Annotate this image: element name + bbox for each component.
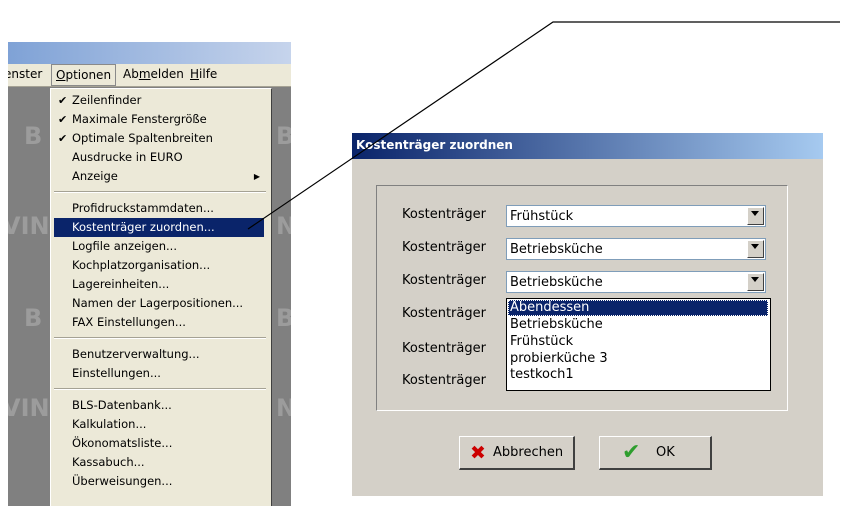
kostentraeger-label: Kostenträger bbox=[402, 306, 486, 321]
menu-bar: enster Optionen Abmelden Hilfe bbox=[8, 64, 291, 87]
check-icon: ✔ bbox=[58, 94, 68, 107]
menu-item-kochplatzorganisation[interactable]: Kochplatzorganisation... bbox=[54, 256, 264, 275]
cancel-button[interactable]: ✖ Abbrechen bbox=[459, 436, 575, 470]
kostentraeger-dialog: Kostenträger zuordnen Kostenträger Frühs… bbox=[352, 133, 823, 496]
menu-fenster[interactable]: enster bbox=[8, 67, 42, 81]
options-dropdown-menu: ✔ Zeilenfinder ✔ Maximale Fenstergröße ✔… bbox=[50, 88, 272, 506]
menu-item-label: Kassabuch... bbox=[72, 455, 145, 469]
dropdown-option[interactable]: Frühstück bbox=[508, 334, 768, 350]
dropdown-option[interactable]: probierküche 3 bbox=[508, 351, 768, 367]
menu-abmelden[interactable]: Abmelden bbox=[123, 67, 184, 81]
background-watermark: B bbox=[24, 304, 43, 332]
kostentraeger-label: Kostenträger bbox=[402, 240, 486, 255]
menu-hilfe-rest: ilfe bbox=[199, 67, 218, 81]
dialog-title-bar: Kostenträger zuordnen bbox=[352, 133, 823, 159]
menu-item-oekonomatsliste[interactable]: Ökonomatsliste... bbox=[54, 434, 264, 453]
menu-separator bbox=[54, 337, 266, 339]
menu-hilfe[interactable]: Hilfe bbox=[190, 67, 217, 81]
menu-item-label: Zeilenfinder bbox=[72, 93, 142, 107]
background-watermark: B bbox=[24, 122, 43, 150]
check-icon: ✔ bbox=[58, 113, 68, 126]
menu-item-kalkulation[interactable]: Kalkulation... bbox=[54, 415, 264, 434]
menu-item-label: Logfile anzeigen... bbox=[72, 239, 177, 253]
menu-separator bbox=[54, 191, 266, 193]
menu-abmelden-pre: Ab bbox=[123, 67, 139, 81]
menu-item-label: Lagereinheiten... bbox=[72, 277, 170, 291]
application-window: B B VIN N B B VIN N enster Optionen Abme… bbox=[8, 42, 291, 506]
dropdown-option[interactable]: Abendessen bbox=[508, 300, 768, 316]
menu-item-label: FAX Einstellungen... bbox=[72, 315, 186, 329]
menu-item-ueberweisungen[interactable]: Überweisungen... bbox=[54, 472, 264, 491]
menu-item-ausdrucke-euro[interactable]: Ausdrucke in EURO bbox=[54, 148, 264, 167]
menu-item-zeilenfinder[interactable]: ✔ Zeilenfinder bbox=[54, 91, 264, 110]
menu-item-label: Kostenträger zuordnen... bbox=[72, 220, 215, 234]
menu-item-profidruckstammdaten[interactable]: Profidruckstammdaten... bbox=[54, 199, 264, 218]
menu-item-kassabuch[interactable]: Kassabuch... bbox=[54, 453, 264, 472]
kostentraeger-select-2[interactable]: Betriebsküche bbox=[506, 238, 766, 260]
menu-item-einstellungen[interactable]: Einstellungen... bbox=[54, 364, 264, 383]
kostentraeger-label: Kostenträger bbox=[402, 373, 486, 388]
menu-item-label: BLS-Datenbank... bbox=[72, 398, 172, 412]
dialog-title: Kostenträger zuordnen bbox=[356, 138, 513, 152]
background-watermark: VIN bbox=[8, 394, 50, 422]
dropdown-option[interactable]: testkoch1 bbox=[508, 367, 768, 383]
background-watermark: VIN bbox=[8, 212, 50, 240]
menu-item-maximale-fenstergroesse[interactable]: ✔ Maximale Fenstergröße bbox=[54, 110, 264, 129]
dropdown-arrow-icon[interactable] bbox=[747, 207, 764, 225]
ok-label: OK bbox=[656, 445, 675, 460]
menu-item-logfile-anzeigen[interactable]: Logfile anzeigen... bbox=[54, 237, 264, 256]
submenu-arrow-icon: ▶ bbox=[253, 172, 260, 181]
ok-button[interactable]: ✔ OK bbox=[599, 436, 712, 470]
menu-item-label: Benutzerverwaltung... bbox=[72, 347, 200, 361]
menu-optionen[interactable]: Optionen bbox=[51, 64, 117, 86]
menu-item-label: Einstellungen... bbox=[72, 366, 161, 380]
dropdown-arrow-icon[interactable] bbox=[747, 240, 764, 258]
menu-item-kostentraeger-zuordnen[interactable]: Kostenträger zuordnen... bbox=[54, 218, 264, 237]
menu-item-label: Kalkulation... bbox=[72, 417, 147, 431]
menu-hilfe-mnemonic: H bbox=[190, 67, 200, 81]
cancel-x-icon: ✖ bbox=[470, 442, 486, 464]
menu-abmelden-mnemonic: m bbox=[138, 67, 151, 81]
kostentraeger-label: Kostenträger bbox=[402, 207, 486, 222]
menu-item-label: Namen der Lagerpositionen... bbox=[72, 296, 244, 310]
menu-abmelden-rest: elden bbox=[150, 67, 184, 81]
menu-item-label: Ökonomatsliste... bbox=[72, 436, 173, 450]
select-value: Betriebsküche bbox=[510, 275, 603, 290]
background-watermark: B bbox=[276, 304, 291, 332]
menu-item-label: Maximale Fenstergröße bbox=[72, 112, 207, 126]
ok-check-icon: ✔ bbox=[622, 440, 641, 465]
menu-optionen-rest: ptionen bbox=[65, 68, 112, 82]
menu-item-label: Ausdrucke in EURO bbox=[72, 150, 183, 164]
menu-item-label: Anzeige bbox=[72, 169, 118, 183]
kostentraeger-label: Kostenträger bbox=[402, 341, 486, 356]
check-icon: ✔ bbox=[58, 132, 68, 145]
menu-item-fax-einstellungen[interactable]: FAX Einstellungen... bbox=[54, 313, 264, 332]
background-watermark: B bbox=[276, 122, 291, 150]
background-watermark: N bbox=[276, 212, 291, 240]
menu-item-bls-datenbank[interactable]: BLS-Datenbank... bbox=[54, 396, 264, 415]
kostentraeger-select-1[interactable]: Frühstück bbox=[506, 205, 766, 227]
menu-item-anzeige[interactable]: Anzeige ▶ bbox=[54, 167, 264, 186]
app-title-bar bbox=[8, 42, 291, 64]
dropdown-option[interactable]: Betriebsküche bbox=[508, 317, 768, 333]
menu-item-benutzerverwaltung[interactable]: Benutzerverwaltung... bbox=[54, 345, 264, 364]
menu-item-namen-lagerpositionen[interactable]: Namen der Lagerpositionen... bbox=[54, 294, 264, 313]
menu-item-label: Optimale Spaltenbreiten bbox=[72, 131, 213, 145]
kostentraeger-dropdown-list: Abendessen Betriebsküche Frühstück probi… bbox=[506, 298, 771, 391]
menu-item-label: Profidruckstammdaten... bbox=[72, 201, 214, 215]
select-value: Betriebsküche bbox=[510, 242, 603, 257]
background-watermark: N bbox=[276, 394, 291, 422]
kostentraeger-label: Kostenträger bbox=[402, 273, 486, 288]
cancel-label: Abbrechen bbox=[493, 445, 564, 460]
menu-item-label: Überweisungen... bbox=[72, 474, 173, 488]
kostentraeger-select-3[interactable]: Betriebsküche bbox=[506, 271, 766, 293]
dropdown-arrow-icon[interactable] bbox=[747, 273, 764, 291]
menu-item-optimale-spaltenbreiten[interactable]: ✔ Optimale Spaltenbreiten bbox=[54, 129, 264, 148]
menu-separator bbox=[54, 388, 266, 390]
select-value: Frühstück bbox=[510, 209, 574, 224]
menu-item-lagereinheiten[interactable]: Lagereinheiten... bbox=[54, 275, 264, 294]
menu-item-label: Kochplatzorganisation... bbox=[72, 258, 211, 272]
